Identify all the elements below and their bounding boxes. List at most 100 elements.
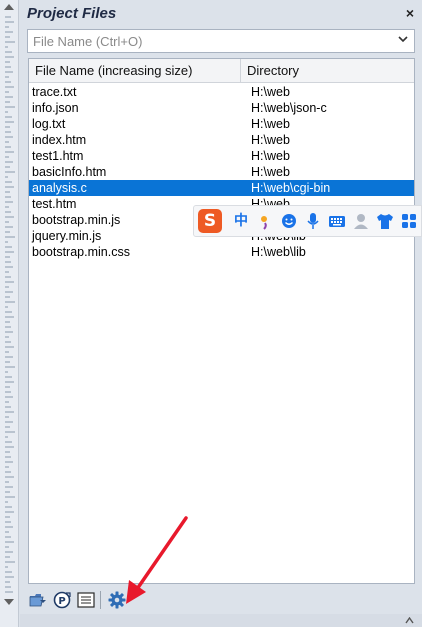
gutter-tick <box>5 116 12 118</box>
gutter-tick <box>5 536 11 538</box>
gutter-tick <box>5 586 11 588</box>
table-row[interactable]: log.txt H:\web <box>29 116 414 132</box>
file-search-input[interactable] <box>28 30 388 52</box>
gutter-tick <box>5 416 9 418</box>
directory-cell: H:\web <box>251 149 290 163</box>
gutter-tick <box>5 446 14 448</box>
gutter-tick <box>5 546 9 548</box>
gutter-tick <box>5 346 14 348</box>
gutter-tick <box>5 516 10 518</box>
file-name-cell: basicInfo.htm <box>32 165 107 179</box>
file-name-cell: test.htm <box>32 197 77 211</box>
toolbox-icon[interactable] <box>400 211 418 231</box>
file-name-cell: trace.txt <box>32 85 77 99</box>
directory-cell: H:\web <box>251 165 290 179</box>
keyboard-icon[interactable] <box>328 211 346 231</box>
column-header-file-name[interactable]: File Name (increasing size) <box>29 59 241 82</box>
gutter-tick <box>5 561 15 563</box>
project-icon[interactable]: P <box>52 590 72 610</box>
gutter-tick <box>5 296 10 298</box>
table-row[interactable]: basicInfo.htm H:\web <box>29 164 414 180</box>
gutter-tick <box>5 506 12 508</box>
gutter-tick <box>5 496 15 498</box>
gutter-tick <box>5 211 11 213</box>
gutter-tick <box>5 356 13 358</box>
table-row[interactable]: analysis.c H:\web\cgi-bin <box>29 180 414 196</box>
gutter-tick <box>5 131 11 133</box>
file-search-combobox[interactable] <box>27 29 415 53</box>
gutter-tick <box>5 576 14 578</box>
gutter-tick <box>5 581 10 583</box>
gutter-tick <box>5 376 12 378</box>
gutter-tick <box>5 306 8 308</box>
ime-mode-toggle[interactable]: 中 <box>232 211 250 231</box>
chevron-down-icon[interactable] <box>397 33 409 48</box>
gutter-tick <box>5 291 13 293</box>
table-row[interactable]: test1.htm H:\web <box>29 148 414 164</box>
settings-gear-icon[interactable] <box>107 590 127 610</box>
project-files-panel: Project Files × File Name (increasing si… <box>20 0 422 627</box>
punctuation-icon[interactable] <box>256 211 274 231</box>
editor-gutter <box>0 0 19 627</box>
file-name-cell: info.json <box>32 101 79 115</box>
directory-cell: H:\web <box>251 133 290 147</box>
panel-title: Project Files <box>27 5 117 22</box>
scroll-down-arrow-icon[interactable] <box>4 599 14 605</box>
ime-logo-icon[interactable]: S <box>198 209 222 233</box>
gutter-tick <box>5 341 11 343</box>
file-name-cell: test1.htm <box>32 149 84 163</box>
gutter-tick <box>5 221 9 223</box>
table-row[interactable]: index.htm H:\web <box>29 132 414 148</box>
gutter-tick <box>5 526 13 528</box>
gutter-tick <box>5 351 9 353</box>
gutter-tick <box>5 111 8 113</box>
gutter-tick <box>5 91 9 93</box>
gutter-tick <box>5 251 14 253</box>
gutter-tick <box>5 66 11 68</box>
ime-floating-toolbar: S 中 <box>193 205 422 237</box>
directory-cell: H:\web\lib <box>251 245 306 259</box>
gutter-tick <box>5 486 13 488</box>
close-icon[interactable]: × <box>406 5 414 21</box>
status-strip <box>20 614 422 627</box>
gutter-tick <box>5 206 9 208</box>
gutter-tick <box>5 456 11 458</box>
gutter-tick <box>5 226 13 228</box>
gutter-tick <box>5 96 13 98</box>
scroll-up-arrow-icon[interactable] <box>4 4 14 10</box>
table-row[interactable]: trace.txt H:\web <box>29 84 414 100</box>
bottom-toolbar: P <box>20 586 422 614</box>
gutter-tick <box>5 431 15 433</box>
file-name-cell: analysis.c <box>32 181 87 195</box>
gutter-tick <box>5 436 8 438</box>
account-icon[interactable] <box>352 211 370 231</box>
gutter-tick <box>5 501 8 503</box>
gutter-tick <box>5 26 9 28</box>
list-icon[interactable] <box>76 590 96 610</box>
gutter-tick <box>5 571 12 573</box>
gutter-tick <box>5 101 10 103</box>
microphone-icon[interactable] <box>304 211 322 231</box>
gutter-tick <box>5 141 9 143</box>
open-folder-icon[interactable] <box>28 590 48 610</box>
emoji-icon[interactable] <box>280 211 298 231</box>
gutter-tick <box>5 366 15 368</box>
gutter-tick <box>5 556 10 558</box>
file-name-cell: bootstrap.min.css <box>32 245 130 259</box>
gutter-tick <box>5 476 14 478</box>
gutter-tick <box>5 21 14 23</box>
skin-icon[interactable] <box>376 211 394 231</box>
table-row[interactable]: info.json H:\web\json-c <box>29 100 414 116</box>
gutter-tick <box>5 261 11 263</box>
table-row[interactable]: bootstrap.min.css H:\web\lib <box>29 244 414 260</box>
gutter-tick <box>5 466 9 468</box>
gutter-tick <box>5 286 9 288</box>
gutter-tick <box>5 391 11 393</box>
gutter-tick <box>5 186 14 188</box>
resize-grip-icon[interactable] <box>405 616 414 626</box>
file-name-cell: log.txt <box>32 117 66 131</box>
column-header-directory[interactable]: Directory <box>241 59 414 82</box>
directory-cell: H:\web\json-c <box>251 101 327 115</box>
gutter-tick <box>5 326 11 328</box>
gutter-tick <box>5 451 10 453</box>
